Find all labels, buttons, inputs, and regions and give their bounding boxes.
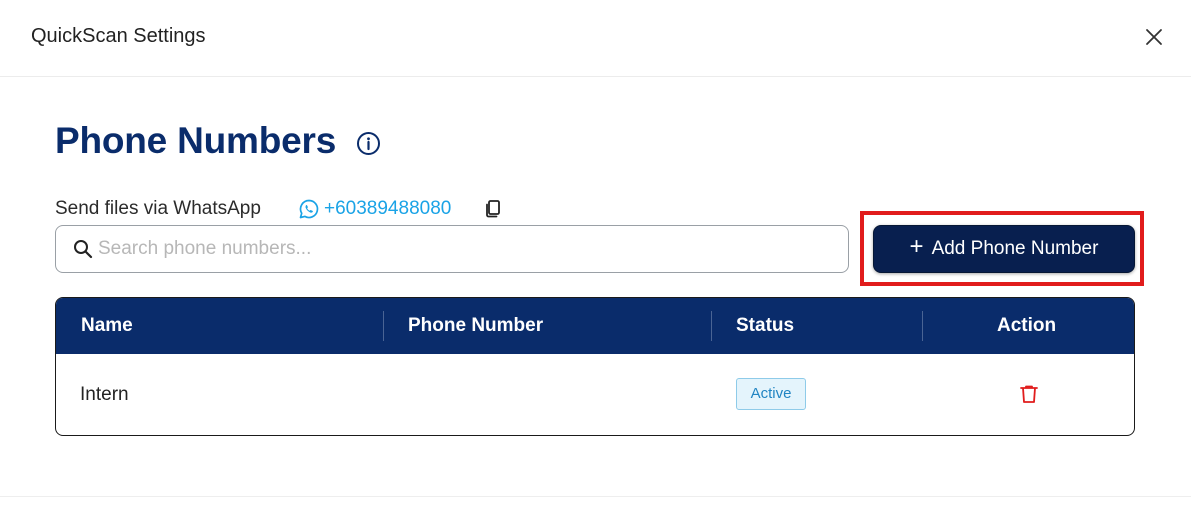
table-header: Name Phone Number Status Action <box>56 298 1134 354</box>
search-icon <box>74 240 93 259</box>
dialog-title: QuickScan Settings <box>31 25 206 47</box>
whatsapp-icon <box>298 198 320 220</box>
page-title: Phone Numbers <box>55 120 337 161</box>
delete-button[interactable] <box>1018 383 1040 405</box>
add-phone-number-button[interactable]: + Add Phone Number <box>873 225 1135 273</box>
cell-name: Intern <box>80 384 129 405</box>
dialog-header: QuickScan Settings <box>0 0 1191 77</box>
close-button[interactable] <box>1141 24 1167 50</box>
copy-icon[interactable] <box>482 198 504 220</box>
info-icon[interactable] <box>356 131 381 156</box>
status-badge: Active <box>736 378 806 410</box>
plus-icon: + <box>909 233 924 260</box>
whatsapp-label: Send files via WhatsApp <box>55 198 261 219</box>
column-header-action: Action <box>997 315 1057 336</box>
add-phone-number-label: Add Phone Number <box>931 238 1099 259</box>
search-field[interactable] <box>55 225 849 273</box>
phone-numbers-table: Name Phone Number Status Action Intern A… <box>55 297 1135 436</box>
close-icon <box>1146 29 1162 45</box>
whatsapp-number-link[interactable]: +60389488080 <box>324 198 451 220</box>
search-input[interactable] <box>98 226 838 272</box>
footer-divider <box>0 496 1191 497</box>
column-header-name[interactable]: Name <box>81 298 133 354</box>
column-divider <box>922 311 923 341</box>
trash-icon <box>1020 385 1038 403</box>
column-divider <box>383 311 384 341</box>
column-header-phone-number[interactable]: Phone Number <box>408 298 543 354</box>
column-divider <box>711 311 712 341</box>
table-row[interactable]: Intern Active <box>56 354 1134 435</box>
column-header-status[interactable]: Status <box>736 298 794 354</box>
